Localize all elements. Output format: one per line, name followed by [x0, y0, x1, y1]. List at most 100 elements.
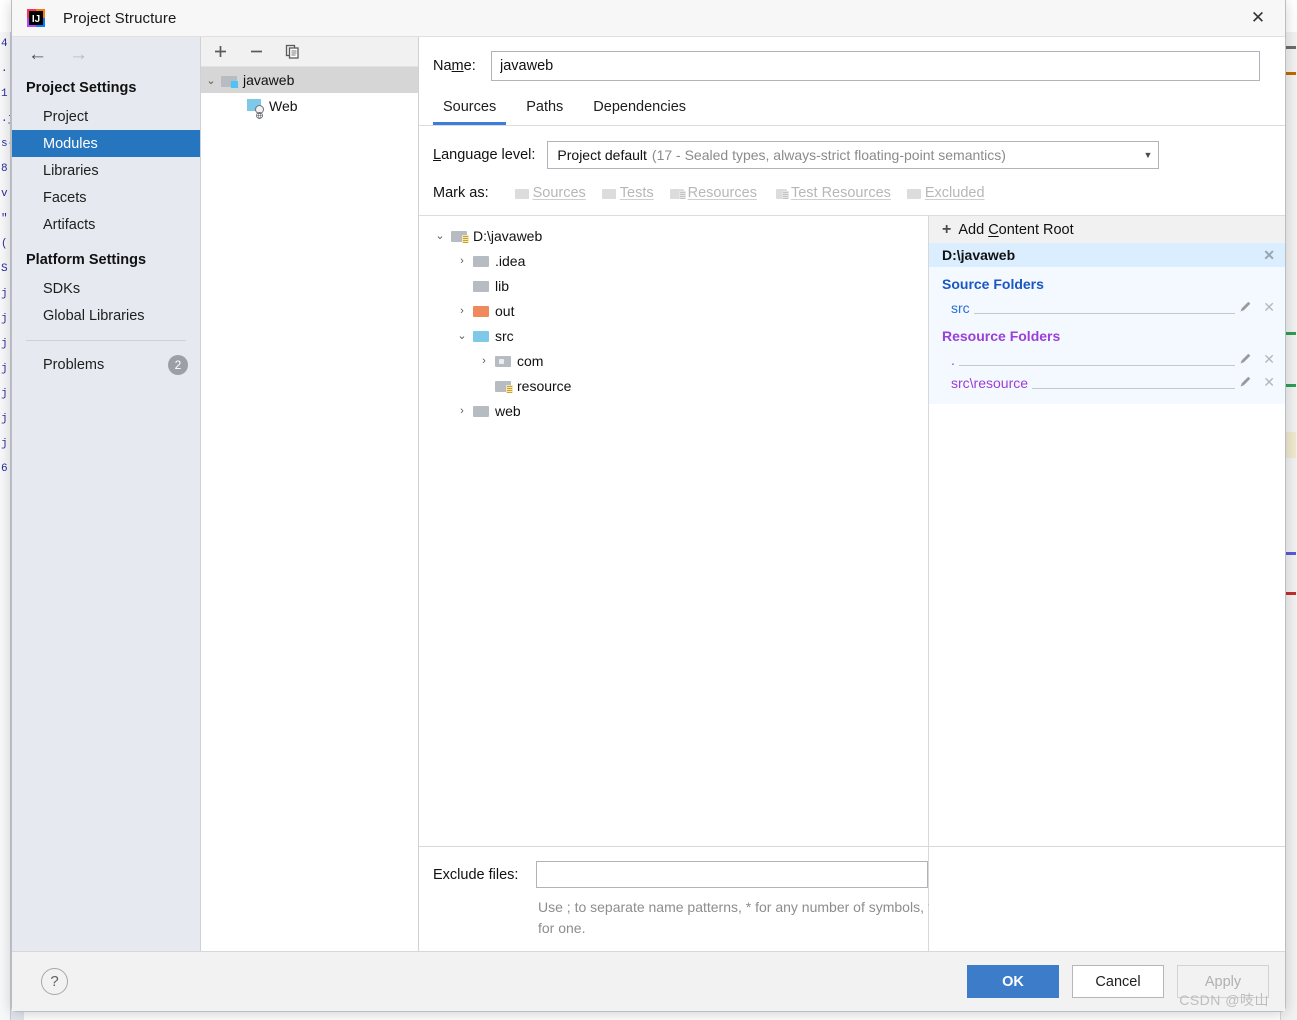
dialog-title: Project Structure: [63, 9, 177, 27]
question-mark-icon[interactable]: ?: [41, 968, 68, 995]
module-tree-item-web[interactable]: Web: [201, 93, 418, 119]
tree-row-label: web: [495, 402, 521, 419]
add-content-root-button[interactable]: + Add Content Root: [929, 216, 1285, 243]
chevron-right-icon[interactable]: ›: [451, 405, 473, 417]
project-structure-dialog: IJ Project Structure ✕ ← → Project Setti…: [11, 0, 1286, 1012]
close-icon[interactable]: ✕: [1263, 247, 1275, 264]
intellij-idea-icon: IJ: [26, 8, 46, 28]
tree-row-label: out: [495, 302, 515, 319]
resource-folder-entry[interactable]: src\resource ✕: [929, 371, 1285, 394]
cancel-button[interactable]: Cancel: [1072, 965, 1164, 998]
mark-as-tests-button[interactable]: Tests: [596, 183, 660, 203]
language-level-label: Language level:: [433, 147, 536, 163]
language-level-hint: (17 - Sealed types, always-strict floati…: [651, 147, 1006, 163]
copy-module-button[interactable]: [285, 44, 300, 59]
language-level-row: Language level: Project default (17 - Se…: [419, 126, 1285, 169]
mark-as-sources-button[interactable]: Sources: [509, 183, 592, 203]
settings-sidebar: ← → Project Settings Project Modules Lib…: [12, 37, 201, 951]
tree-row-label: resource: [517, 377, 572, 394]
background-editor-gutter: 4..1.js-8v"(Sjjjjjjj6: [0, 32, 11, 1020]
sidebar-item-sdks[interactable]: SDKs: [12, 275, 200, 302]
entry-leader-line: [958, 354, 1236, 366]
tree-row[interactable]: › web: [419, 398, 928, 423]
ok-button[interactable]: OK: [967, 965, 1059, 998]
folder-resources-icon: [669, 188, 686, 199]
chevron-right-icon[interactable]: ›: [451, 305, 473, 317]
sidebar-item-libraries[interactable]: Libraries: [12, 157, 200, 184]
folder-tests-icon: [601, 188, 616, 199]
module-tree-item-label: Web: [269, 98, 298, 114]
folder-content-root-icon: [451, 229, 469, 243]
close-icon[interactable]: ✕: [1263, 374, 1275, 391]
web-facet-icon: [247, 99, 264, 119]
tree-row-label: D:\javaweb: [473, 227, 543, 244]
arrow-right-icon[interactable]: →: [69, 45, 88, 64]
mark-as-label-text: Tests: [619, 185, 654, 201]
content-roots-pane: + Add Content Root D:\javaweb ✕ Source F…: [929, 216, 1285, 846]
module-tree-item-javaweb[interactable]: ⌄ javaweb: [201, 67, 418, 93]
tree-row[interactable]: resource: [419, 373, 928, 398]
source-folder-entry[interactable]: src ✕: [929, 296, 1285, 319]
mark-as-resources-button[interactable]: Resources: [664, 183, 763, 203]
tree-row[interactable]: › out: [419, 298, 928, 323]
sidebar-item-label: Problems: [43, 356, 105, 373]
module-name-row: Name:: [419, 37, 1285, 81]
close-icon[interactable]: ✕: [1231, 0, 1285, 37]
remove-module-button[interactable]: [249, 44, 264, 59]
chevron-down-icon[interactable]: ▼: [1143, 150, 1152, 160]
tab-dependencies[interactable]: Dependencies: [583, 93, 696, 125]
module-name-input[interactable]: [491, 51, 1260, 81]
chevron-right-icon[interactable]: ›: [473, 355, 495, 367]
chevron-down-icon[interactable]: ⌄: [429, 229, 451, 242]
folder-sources-icon: [514, 188, 529, 199]
dialog-body: ← → Project Settings Project Modules Lib…: [12, 37, 1285, 951]
tab-paths[interactable]: Paths: [516, 93, 573, 125]
chevron-right-icon[interactable]: ›: [451, 255, 473, 267]
tree-row[interactable]: › .idea: [419, 248, 928, 273]
folder-excluded-orange-icon: [473, 304, 489, 317]
problems-count-badge: 2: [168, 354, 188, 375]
arrow-left-icon[interactable]: ←: [28, 45, 47, 64]
tree-row-label: .idea: [495, 252, 526, 269]
tree-row[interactable]: lib: [419, 273, 928, 298]
pencil-icon[interactable]: [1239, 352, 1252, 368]
folder-resource-icon: [495, 379, 513, 393]
mark-as-row: Mark as: Sources Tests Resources Test Re…: [419, 169, 1285, 203]
csdn-watermark: CSDN @吱山: [1179, 992, 1269, 1008]
module-tabs: Sources Paths Dependencies: [419, 93, 1285, 126]
pencil-icon[interactable]: [1239, 300, 1252, 316]
language-level-select[interactable]: Project default (17 - Sealed types, alwa…: [547, 141, 1160, 169]
mark-as-label-text: Excluded: [924, 185, 985, 201]
tree-row[interactable]: ⌄ src: [419, 323, 928, 348]
sidebar-item-project[interactable]: Project: [12, 103, 200, 130]
exclude-files-label: Exclude files:: [433, 866, 519, 883]
folder-test-resources-icon: [773, 188, 789, 199]
mark-as-test-resources-button[interactable]: Test Resources: [767, 183, 897, 203]
sidebar-item-modules[interactable]: Modules: [12, 130, 200, 157]
sidebar-navigation: ← →: [12, 37, 200, 71]
chevron-down-icon[interactable]: ⌄: [451, 329, 473, 342]
add-module-button[interactable]: [213, 44, 228, 59]
resource-folder-entry[interactable]: . ✕: [929, 348, 1285, 371]
tree-row[interactable]: › com: [419, 348, 928, 373]
chevron-down-icon[interactable]: ⌄: [201, 74, 221, 87]
tree-row[interactable]: ⌄ D:\javaweb: [419, 223, 928, 248]
tab-sources[interactable]: Sources: [433, 93, 507, 125]
mark-as-label: Mark as:: [433, 185, 489, 201]
mark-as-label-text: Resources: [687, 185, 757, 201]
content-root-header[interactable]: D:\javaweb ✕: [929, 243, 1285, 267]
sidebar-item-global-libraries[interactable]: Global Libraries: [12, 302, 200, 329]
sidebar-group-project-settings: Project Settings: [26, 80, 137, 96]
add-content-root-label: Add Content Root: [958, 221, 1074, 238]
svg-text:IJ: IJ: [32, 14, 40, 25]
mark-as-excluded-button[interactable]: Excluded: [901, 183, 991, 203]
sidebar-item-facets[interactable]: Facets: [12, 184, 200, 211]
close-icon[interactable]: ✕: [1263, 351, 1275, 368]
close-icon[interactable]: ✕: [1263, 299, 1275, 316]
pencil-icon[interactable]: [1239, 375, 1252, 391]
modules-toolbar: [201, 37, 418, 67]
content-root-file-tree[interactable]: ⌄ D:\javaweb › .idea lib › out ⌄ src › c…: [419, 216, 929, 846]
sidebar-item-problems[interactable]: Problems 2: [12, 351, 200, 378]
sidebar-item-artifacts[interactable]: Artifacts: [12, 211, 200, 238]
exclude-files-input[interactable]: [536, 861, 928, 888]
